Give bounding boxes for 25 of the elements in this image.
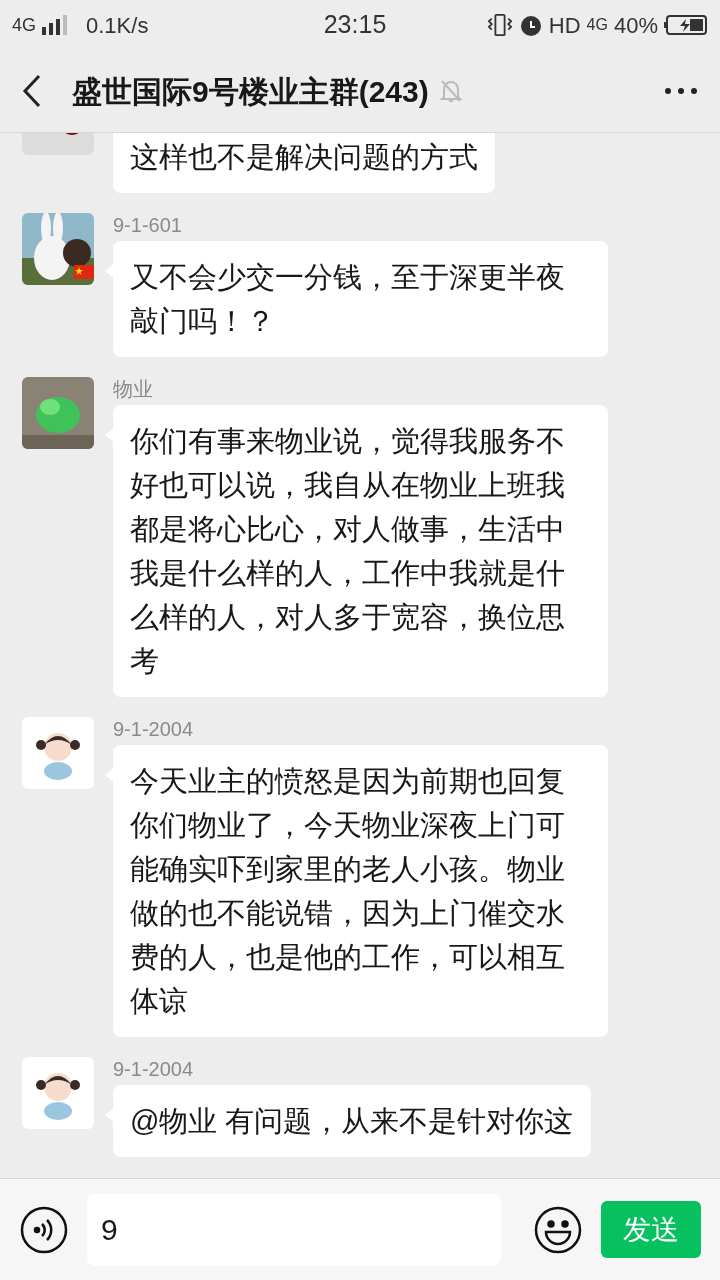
sender-name: 9-1-2004 [113,717,195,741]
sender-name: 9-1-601 [113,213,183,237]
battery-icon [664,14,708,36]
alarm-icon [518,13,543,37]
message-bubble: 今天业主的愤怒是因为前期也回复你们物业了，今天物业深夜上门可能确实吓到家里的老人小孩。物业做的也不能说错，因为上门催交水费的人，也是他的工作，可以相互体谅 [113,745,608,1037]
hd-label: HD [548,11,581,40]
message-bubble: @物业 有问题，从来不是针对你这 [113,1085,591,1157]
voice-icon[interactable] [19,1204,69,1255]
message-bubble: 这样也不是解决问题的方式 [113,133,495,193]
message-bubble: 又不会少交一分钱，至于深更半夜敲门吗！？ [113,241,608,357]
chat-title: 盛世国际9号楼业主群(243) [72,73,429,110]
network-speed: 0.1K/s [86,11,149,40]
emoji-icon[interactable] [533,1204,583,1255]
signal-icon [40,15,68,35]
battery-percent: 40% [613,11,658,40]
back-icon[interactable] [22,74,42,108]
network-type: 4G [586,15,608,35]
more-icon[interactable] [664,87,698,95]
clock: 23:15 [322,9,388,41]
vibrate-icon [486,13,513,37]
sender-name: 物业 [113,377,154,401]
network-type: 4G [12,13,36,37]
message-input[interactable]: 9 [87,1193,501,1266]
sender-name: 9-1-2004 [113,1057,195,1081]
message-bubble: 你们有事来物业说，觉得我服务不好也可以说，我自从在物业上班我都是将心比心，对人做事，生活中我是什么样的人，工作中我就是什么样的人，对人多于宽容，换位思考 [113,405,608,697]
